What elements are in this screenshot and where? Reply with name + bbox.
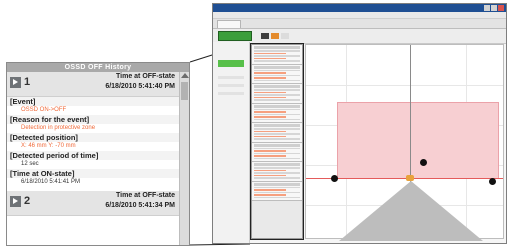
list-item[interactable]: [252, 181, 302, 201]
list-item[interactable]: [252, 142, 302, 162]
history-record-header-1[interactable]: 1 Time at OFF-state 6/18/2010 5:41:40 PM: [7, 72, 179, 97]
history-scrollbar[interactable]: [179, 72, 189, 245]
detected-period-label: [Detected period of time]: [7, 151, 179, 160]
list-item[interactable]: [252, 103, 302, 123]
zone-viewer[interactable]: [305, 44, 504, 241]
left-sidebar: [213, 42, 250, 243]
time-off-value: 6/18/2010 5:41:34 PM: [105, 202, 175, 209]
list-item[interactable]: [252, 123, 302, 143]
time-on-label: [Time at ON-state]: [7, 169, 179, 178]
toolbar: [213, 29, 506, 44]
window-titlebar: [213, 4, 506, 12]
app-window: [212, 3, 507, 244]
callout-line-bottom: [189, 243, 251, 246]
list-item[interactable]: [252, 162, 302, 182]
detected-position-value: X: 46 mm Y: -70 mm: [21, 143, 76, 149]
list-item[interactable]: [252, 45, 302, 65]
list-item[interactable]: [252, 84, 302, 104]
reason-value: Detection in protective zone: [21, 125, 96, 131]
close-button[interactable]: [498, 5, 504, 11]
scrollbar-thumb[interactable]: [181, 82, 188, 100]
detected-point[interactable]: [420, 159, 427, 166]
history-record-header-2[interactable]: 2 Time at OFF-state 6/18/2010 5:41:34 PM: [7, 191, 179, 216]
event-label: [Event]: [7, 97, 179, 106]
sidebar-green-button[interactable]: [218, 60, 244, 67]
scroll-up-arrow-icon[interactable]: [181, 73, 189, 78]
toolbar-mini-button[interactable]: [281, 33, 289, 39]
play-icon[interactable]: [10, 196, 21, 207]
sidebar-line: [218, 76, 244, 79]
reason-label: [Reason for the event]: [7, 115, 179, 124]
detected-period-value: 12 sec: [21, 161, 39, 167]
history-panel-title: OSSD OFF History: [7, 63, 189, 72]
time-off-value: 6/18/2010 5:41:40 PM: [105, 83, 175, 90]
sensor-origin-icon: [406, 175, 414, 181]
menu-bar: [213, 12, 506, 19]
time-off-label: Time at OFF-state: [116, 192, 175, 199]
grid-line: [306, 85, 503, 86]
sensor-field-shape: [339, 181, 483, 241]
record-number: 2: [24, 195, 31, 207]
list-item[interactable]: [252, 64, 302, 84]
detected-position-label: [Detected position]: [7, 133, 179, 142]
protective-zone-area: [337, 102, 499, 179]
time-off-label: Time at OFF-state: [116, 73, 175, 80]
tab-strip: [213, 19, 506, 29]
record-number: 1: [24, 76, 31, 88]
history-panel-zoom: OSSD OFF History 1 Time at OFF-state 6/1…: [6, 62, 190, 246]
left-marker-point[interactable]: [331, 175, 338, 182]
history-list-thumbnail[interactable]: [250, 43, 304, 240]
right-marker-point[interactable]: [489, 178, 496, 185]
toolbar-mini-button[interactable]: [261, 33, 269, 39]
sidebar-line: [218, 84, 244, 87]
maximize-button[interactable]: [491, 5, 497, 11]
play-icon[interactable]: [10, 77, 21, 88]
toolbar-mini-button[interactable]: [271, 33, 279, 39]
history-record-list[interactable]: 1 Time at OFF-state 6/18/2010 5:41:40 PM…: [7, 72, 179, 245]
minimize-button[interactable]: [484, 5, 490, 11]
time-on-value: 6/18/2010 5:41:41 PM: [21, 179, 81, 185]
tab-monitor[interactable]: [217, 20, 241, 28]
monitor-toggle-button[interactable]: [218, 31, 252, 41]
sidebar-line: [218, 92, 244, 95]
event-value: OSSD ON->OFF: [21, 107, 67, 113]
